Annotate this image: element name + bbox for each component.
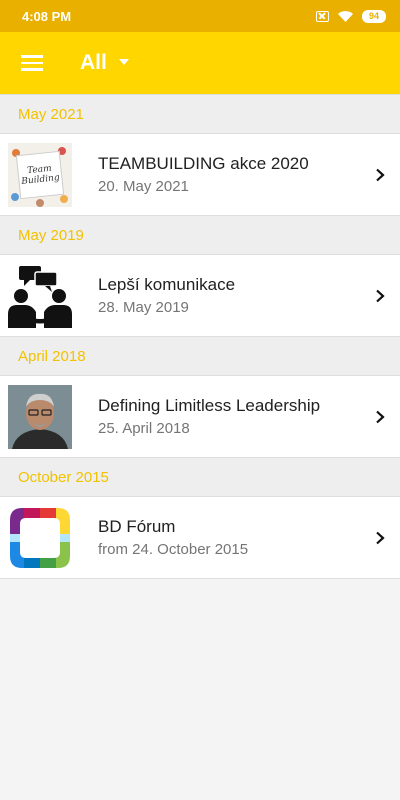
list-divider — [0, 578, 400, 579]
item-date: 20. May 2021 — [98, 178, 189, 195]
item-date: from 24. October 2015 — [98, 541, 249, 558]
item-title: BD Fórum — [98, 517, 176, 536]
list-item[interactable]: Lepší komunikace 28. May 2019 — [0, 255, 400, 336]
menu-icon[interactable] — [0, 32, 64, 94]
section-header: October 2015 — [0, 457, 400, 497]
event-list: May 2021 Team Building TEAMBUILDING akce… — [0, 94, 400, 579]
chevron-right-icon — [360, 497, 400, 578]
bd-forum-logo-thumbnail — [8, 506, 72, 570]
list-item[interactable]: Defining Limitless Leadership 25. April … — [0, 376, 400, 457]
item-title: Lepší komunikace — [98, 275, 236, 294]
list-item[interactable]: BD Fórum from 24. October 2015 — [0, 497, 400, 578]
app-bar: All — [0, 32, 400, 94]
filter-label: All — [80, 51, 107, 74]
item-date: 25. April 2018 — [98, 420, 190, 437]
wifi-icon — [338, 10, 353, 22]
status-icons: 94 — [316, 9, 386, 23]
chevron-right-icon — [360, 376, 400, 457]
team-building-thumbnail: Team Building — [8, 142, 72, 207]
status-bar: 4:08 PM 94 — [0, 0, 400, 32]
section-header: May 2019 — [0, 215, 400, 255]
filter-dropdown[interactable]: All — [80, 51, 129, 75]
section-header: April 2018 — [0, 336, 400, 376]
item-title: Defining Limitless Leadership — [98, 396, 321, 415]
item-date: 28. May 2019 — [98, 299, 189, 316]
section-header: May 2021 — [0, 94, 400, 134]
speaker-portrait-thumbnail — [8, 384, 72, 449]
battery-indicator: 94 — [362, 9, 386, 23]
communication-thumbnail — [8, 264, 72, 328]
item-title: TEAMBUILDING akce 2020 — [98, 154, 309, 173]
status-time: 4:08 PM — [22, 8, 72, 24]
chevron-right-icon — [360, 134, 400, 215]
no-sim-icon — [316, 10, 329, 22]
list-item[interactable]: Team Building TEAMBUILDING akce 2020 20.… — [0, 134, 400, 215]
chevron-right-icon — [360, 255, 400, 336]
dropdown-arrow-icon — [118, 59, 129, 65]
